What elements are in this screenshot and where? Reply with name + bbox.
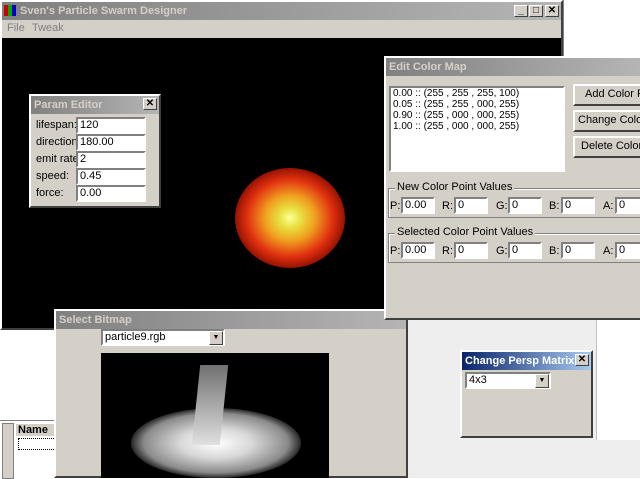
selected-g-label: G: bbox=[496, 245, 508, 257]
selected-a-label: A: bbox=[603, 245, 614, 257]
bitmap-select-value: particle9.rgb bbox=[105, 331, 166, 343]
list-item[interactable]: 0.00 :: (255 , 255 , 255, 100) bbox=[391, 88, 563, 99]
selected-p-label: P: bbox=[390, 245, 401, 257]
color-map-title: Edit Color Map bbox=[389, 61, 467, 73]
emit-rate-label: emit rate: bbox=[36, 153, 82, 165]
menu-bar: File Tweak bbox=[2, 21, 561, 37]
background-panel-strip bbox=[596, 320, 640, 440]
selected-g-field[interactable]: 0 bbox=[508, 242, 542, 259]
direction-field[interactable]: 180.00 bbox=[76, 134, 146, 151]
persp-matrix-select[interactable]: 4x3 ▼ bbox=[465, 372, 551, 389]
new-group-title: New Color Point Values bbox=[395, 181, 515, 193]
new-a-label: A: bbox=[603, 200, 614, 212]
new-g-field[interactable]: 0 bbox=[508, 197, 542, 214]
select-bitmap-title: Select Bitmap bbox=[59, 314, 132, 326]
select-bitmap-window: Select Bitmap particle9.rgb ▼ bbox=[54, 309, 408, 478]
new-p-label: P: bbox=[390, 200, 401, 212]
main-title-bar[interactable]: Sven's Particle Swarm Designer bbox=[2, 2, 561, 20]
bitmap-preview bbox=[101, 353, 329, 478]
new-p-field[interactable]: 0.00 bbox=[401, 197, 435, 214]
selected-b-field[interactable]: 0 bbox=[561, 242, 595, 259]
app-icon bbox=[4, 5, 16, 16]
lifespan-field[interactable]: 120 bbox=[76, 117, 146, 134]
color-map-title-bar[interactable]: Edit Color Map bbox=[386, 58, 640, 76]
selected-r-label: R: bbox=[442, 245, 453, 257]
new-r-field[interactable]: 0 bbox=[454, 197, 488, 214]
param-editor-close-button[interactable]: ✕ bbox=[143, 98, 157, 110]
selected-b-label: B: bbox=[549, 245, 560, 257]
selected-a-field[interactable]: 0 bbox=[615, 242, 640, 259]
emit-rate-field[interactable]: 2 bbox=[76, 151, 146, 168]
bottom-panel: Name bbox=[0, 420, 62, 479]
persp-matrix-title-bar[interactable]: Change Persp Matrix bbox=[462, 352, 591, 370]
persp-matrix-value: 4x3 bbox=[469, 374, 487, 386]
new-a-field[interactable]: 0 bbox=[615, 197, 640, 214]
chevron-down-icon[interactable]: ▼ bbox=[535, 374, 549, 388]
list-item[interactable]: 1.00 :: (255 , 000 , 000, 255) bbox=[391, 121, 563, 132]
param-editor-title: Param Editor bbox=[34, 99, 103, 111]
persp-matrix-window: Change Persp Matrix ✕ 4x3 ▼ bbox=[460, 350, 593, 438]
menu-file[interactable]: File bbox=[7, 22, 25, 34]
particle-burst bbox=[235, 168, 345, 268]
new-r-label: R: bbox=[442, 200, 453, 212]
param-editor-title-bar[interactable]: Param Editor bbox=[31, 96, 159, 114]
new-g-label: G: bbox=[496, 200, 508, 212]
color-point-list[interactable]: 0.00 :: (255 , 255 , 255, 100) 0.05 :: (… bbox=[389, 86, 565, 172]
edit-color-map-window: Edit Color Map 0.00 :: (255 , 255 , 255,… bbox=[384, 56, 640, 320]
list-selection[interactable] bbox=[18, 438, 58, 450]
speed-field[interactable]: 0.45 bbox=[76, 168, 146, 185]
persp-matrix-title: Change Persp Matrix bbox=[465, 355, 575, 367]
change-color-point-button[interactable]: Change Color F bbox=[573, 110, 640, 132]
chevron-down-icon[interactable]: ▼ bbox=[209, 331, 223, 345]
minimize-button[interactable]: _ bbox=[514, 5, 528, 17]
maximize-button[interactable]: □ bbox=[529, 5, 543, 17]
persp-close-button[interactable]: ✕ bbox=[575, 354, 589, 366]
background-panel bbox=[563, 0, 640, 58]
close-button[interactable]: ✕ bbox=[545, 5, 559, 17]
selected-r-field[interactable]: 0 bbox=[454, 242, 488, 259]
bitmap-select[interactable]: particle9.rgb ▼ bbox=[101, 329, 225, 346]
new-b-label: B: bbox=[549, 200, 560, 212]
select-bitmap-title-bar[interactable]: Select Bitmap bbox=[56, 311, 406, 329]
add-color-point-button[interactable]: Add Color Po bbox=[573, 84, 640, 106]
lifespan-label: lifespan: bbox=[36, 119, 77, 131]
delete-color-point-button[interactable]: Delete Color P bbox=[573, 136, 640, 158]
param-editor-window: Param Editor ✕ lifespan: 120 direction: … bbox=[29, 94, 161, 208]
direction-label: direction: bbox=[36, 136, 81, 148]
list-item[interactable]: 0.05 :: (255 , 255 , 000, 255) bbox=[391, 99, 563, 110]
main-title: Sven's Particle Swarm Designer bbox=[20, 5, 188, 17]
scrollbar[interactable] bbox=[2, 423, 14, 479]
list-item[interactable]: 0.90 :: (255 , 000 , 000, 255) bbox=[391, 110, 563, 121]
selected-p-field[interactable]: 0.00 bbox=[401, 242, 435, 259]
selected-group-title: Selected Color Point Values bbox=[395, 226, 536, 238]
force-field[interactable]: 0.00 bbox=[76, 185, 146, 202]
speed-label: speed: bbox=[36, 170, 70, 182]
force-label: force: bbox=[36, 187, 64, 199]
menu-tweak[interactable]: Tweak bbox=[32, 22, 64, 34]
new-b-field[interactable]: 0 bbox=[561, 197, 595, 214]
